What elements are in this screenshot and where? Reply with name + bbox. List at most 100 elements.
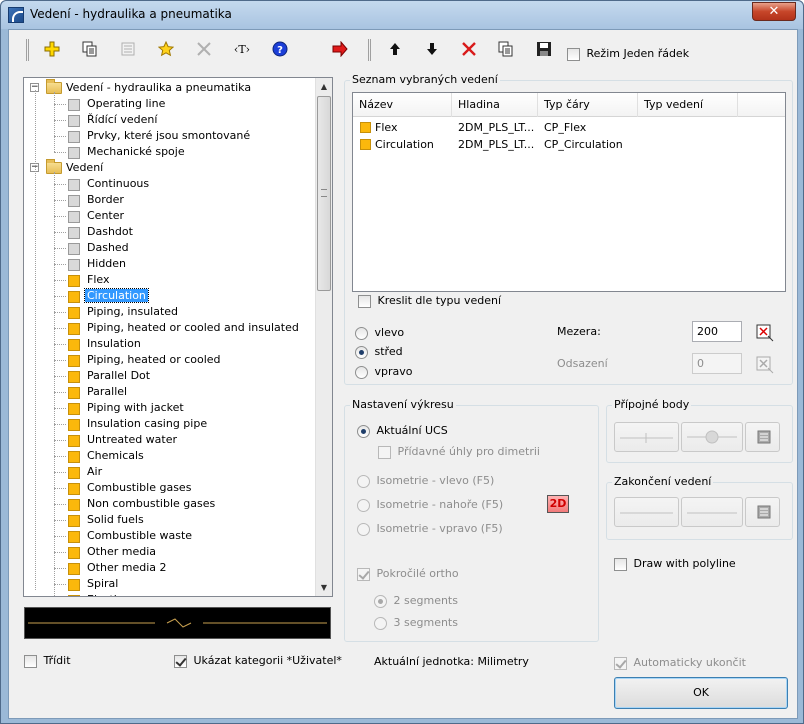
tree-connector (54, 376, 66, 377)
table-row[interactable]: Circulation 2DM_PLS_LT... CP_Circulation (353, 136, 785, 153)
gap-input[interactable]: 200 (692, 321, 742, 342)
tree-item-label: Insulation (87, 337, 141, 350)
tree-item-label: Continuous (87, 177, 150, 190)
favorite-button[interactable] (153, 36, 179, 62)
align-left-option[interactable]: vlevo (355, 326, 404, 340)
copy-entry-button[interactable] (493, 36, 519, 62)
draw-by-type-option[interactable]: Kreslit dle typu vedení (358, 294, 501, 308)
dialog-client: ‹T› ? Režim Jeden řádek ▲ ▼ − Vedení - h… (8, 29, 798, 719)
remove-button[interactable] (456, 36, 482, 62)
move-up-button[interactable] (382, 36, 408, 62)
sort-checkbox[interactable] (24, 654, 37, 668)
align-left-radio[interactable] (355, 326, 368, 340)
tree-scrollbar[interactable]: ▲ ▼ (315, 78, 332, 596)
selected-lines-table[interactable]: Název Hladina Typ čáry Typ vedení Flex 2D… (352, 92, 786, 292)
color-swatch-icon (360, 139, 371, 150)
transfer-right-button[interactable] (327, 36, 353, 62)
close-button[interactable]: ✕ (752, 2, 796, 21)
scroll-down-icon[interactable]: ▼ (316, 579, 332, 596)
draw-by-type-checkbox[interactable] (358, 294, 371, 308)
single-row-label: Režim Jeden řádek (586, 47, 690, 60)
cell-layer: 2DM_PLS_LT... (458, 121, 535, 134)
copy-button[interactable] (77, 36, 103, 62)
tree-item-label: Elastic (87, 593, 123, 596)
tree-item-label: Insulation casing pipe (87, 417, 208, 430)
draw-polyline-option[interactable]: Draw with polyline (614, 557, 736, 571)
tree-connector (54, 264, 66, 265)
color-swatch-icon (68, 179, 80, 191)
advanced-ortho-option: Pokročilé ortho (357, 567, 459, 581)
draw-polyline-checkbox[interactable] (614, 557, 627, 571)
linetype-preview (24, 607, 331, 639)
help-button[interactable]: ? (267, 36, 293, 62)
current-ucs-radio[interactable] (357, 424, 370, 438)
align-center-label: střed (374, 345, 403, 358)
iso-left-label: Isometrie - vlevo (F5) (376, 474, 495, 487)
color-swatch-icon (68, 147, 80, 159)
two-segments-radio (374, 594, 387, 608)
single-row-checkbox[interactable] (567, 47, 580, 61)
tree-connector (54, 504, 66, 505)
sort-option[interactable]: Třídit (24, 654, 71, 668)
save-button[interactable] (531, 36, 557, 62)
color-swatch-icon (68, 211, 80, 223)
tree-connector (54, 552, 66, 553)
red-cross-icon (462, 42, 476, 56)
tree-connector (54, 136, 66, 137)
tree-connector (54, 392, 66, 393)
toolbar-grip[interactable] (26, 39, 29, 61)
table-row[interactable]: Flex 2DM_PLS_LT... CP_Flex (353, 119, 785, 136)
scroll-up-icon[interactable]: ▲ (316, 78, 332, 95)
drawing-settings-title: Nastavení výkresu (350, 398, 456, 411)
cell-linetype: CP_Flex (544, 121, 587, 134)
app-icon (8, 7, 24, 23)
show-category-option[interactable]: Ukázat kategorii *Uživatel* (174, 654, 342, 668)
add-button[interactable] (39, 36, 65, 62)
color-swatch-icon (68, 387, 80, 399)
column-line-type[interactable]: Typ vedení (638, 93, 738, 117)
single-row-mode-toggle[interactable]: Režim Jeden řádek (567, 47, 689, 61)
align-center-option[interactable]: střed (355, 345, 403, 359)
align-center-radio[interactable] (355, 345, 368, 359)
column-layer[interactable]: Hladina (452, 93, 538, 117)
column-linetype[interactable]: Typ čáry (538, 93, 638, 117)
gap-pick-button[interactable] (756, 324, 774, 342)
tree-item-label: Air (87, 465, 103, 478)
align-right-radio[interactable] (355, 365, 368, 379)
arrow-down-icon (427, 43, 437, 55)
tree-item-label: Other media 2 (87, 561, 167, 574)
cell-layer: 2DM_PLS_LT... (458, 138, 535, 151)
color-swatch-icon (68, 403, 80, 415)
settings-sheet-icon (757, 505, 771, 519)
tree-item-label: Untreated water (87, 433, 178, 446)
2d-mode-badge[interactable]: 2D (547, 495, 569, 513)
tree-item-label: Circulation (84, 288, 149, 303)
tree-connector (54, 536, 66, 537)
advanced-ortho-checkbox (357, 567, 370, 581)
tree-item-label: Prvky, které jsou smontované (87, 129, 251, 142)
show-category-checkbox[interactable] (174, 654, 187, 668)
current-ucs-option[interactable]: Aktuální UCS (357, 424, 448, 438)
color-swatch-icon (68, 355, 80, 367)
color-swatch-icon (68, 99, 80, 111)
align-right-option[interactable]: vpravo (355, 365, 413, 379)
tree-connector (54, 488, 66, 489)
table-header: Název Hladina Typ čáry Typ vedení (353, 93, 785, 117)
dimetric-label: Přídavné úhly pro dimetrii (397, 445, 540, 458)
tree-item-label: Piping, heated or cooled and insulated (87, 321, 299, 334)
scroll-thumb[interactable] (317, 96, 331, 291)
column-name[interactable]: Název (353, 93, 452, 117)
selected-list-title: Seznam vybraných vedení (350, 73, 500, 86)
tree-item-label: Dashdot (87, 225, 133, 238)
move-down-button[interactable] (419, 36, 445, 62)
toolbar-grip-2[interactable] (368, 39, 371, 61)
text-tool-button[interactable]: ‹T› (229, 36, 255, 62)
color-swatch-icon (68, 499, 80, 511)
cross-icon (197, 42, 211, 56)
three-segments-label: 3 segments (393, 616, 458, 629)
linetype-tree[interactable]: ▲ ▼ − Vedení - hydraulika a pneumatika Ope… (23, 77, 333, 597)
ok-button[interactable]: OK (614, 677, 788, 709)
tree-connector (54, 232, 66, 233)
title-bar[interactable]: Vedení - hydraulika a pneumatika ✕ (1, 1, 803, 29)
tree-connector (54, 440, 66, 441)
